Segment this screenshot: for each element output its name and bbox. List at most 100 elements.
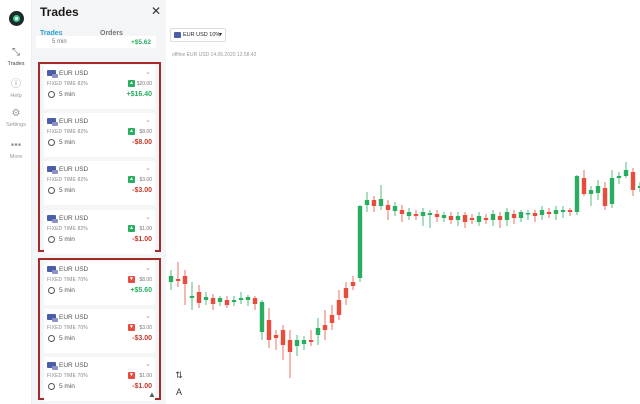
- candle-body: [329, 315, 335, 323]
- direction-up-icon: ▲: [128, 128, 135, 135]
- logo-icon[interactable]: [9, 11, 24, 26]
- candle-body: [567, 210, 573, 212]
- chevron-down-icon[interactable]: ⌄: [145, 264, 151, 272]
- candle-body: [294, 340, 300, 346]
- candle-body: [252, 298, 258, 304]
- candle-body: [497, 216, 503, 220]
- collapse-caret-icon[interactable]: ▲: [148, 390, 156, 399]
- candle-body: [322, 325, 328, 330]
- chevron-down-icon[interactable]: ⌄: [145, 164, 151, 172]
- trade-pnl: -$8.00: [132, 139, 152, 146]
- candle-body: [189, 296, 195, 298]
- candle-body: [238, 298, 244, 300]
- candle-body: [245, 297, 251, 300]
- chevron-down-icon: ▾: [218, 32, 222, 38]
- trade-amount: $1.00: [139, 226, 152, 232]
- candle-body: [343, 288, 349, 298]
- direction-down-icon: ▼: [128, 324, 135, 331]
- close-icon[interactable]: ✕: [150, 4, 162, 18]
- currency-flag-icon: [47, 70, 58, 78]
- trade-card[interactable]: EUR USD ⌄ FIXED TIME 82% ▲ $8.00 5 min -$8.00: [44, 113, 155, 157]
- candle-body: [203, 297, 209, 300]
- trade-pnl: -$1.00: [132, 236, 152, 243]
- candle-body: [259, 302, 265, 332]
- trade-type: FIXED TIME 70%: [47, 277, 88, 283]
- rail-item-help[interactable]: ⓘ Help: [0, 79, 32, 99]
- trade-pair: EUR USD: [59, 166, 89, 173]
- candle-body: [406, 212, 412, 216]
- candle-body: [385, 205, 391, 210]
- candle-body: [399, 210, 405, 214]
- candle-body: [490, 214, 496, 220]
- rail-label-more: More: [9, 154, 23, 160]
- chevron-down-icon[interactable]: ⌄: [145, 360, 151, 368]
- rail-item-trades[interactable]: ⤡ Trades: [0, 47, 32, 67]
- trade-type: FIXED TIME 70%: [47, 373, 88, 379]
- trade-card[interactable]: EUR USD ⌄ FIXED TIME 82% ▲ $1.00 5 min -$1.00: [44, 210, 155, 254]
- trade-duration: 5 min: [59, 236, 75, 243]
- clock-icon: [48, 287, 55, 294]
- trade-pair: EUR USD: [59, 118, 89, 125]
- candle-body: [392, 206, 398, 211]
- trade-pair: EUR USD: [59, 70, 89, 77]
- chevron-down-icon[interactable]: ⌄: [145, 116, 151, 124]
- candle-body: [266, 320, 272, 340]
- trade-amount: $8.00: [139, 129, 152, 135]
- candle-body: [231, 300, 237, 302]
- candle-body: [182, 276, 188, 284]
- price-chart[interactable]: [166, 0, 640, 404]
- currency-flag-icon: [47, 118, 58, 126]
- candle-body: [308, 340, 314, 342]
- rail-label-trades: Trades: [7, 61, 25, 67]
- trade-amount: $3.00: [139, 177, 152, 183]
- candle-body: [462, 215, 468, 222]
- trade-duration: 5 min: [59, 187, 75, 194]
- trade-pair: EUR USD: [59, 314, 89, 321]
- candle-body: [336, 300, 342, 315]
- candle-body: [553, 210, 559, 214]
- candle-body: [273, 335, 279, 338]
- candle-body: [546, 212, 552, 214]
- candle-body: [623, 170, 629, 176]
- clock-icon: [48, 139, 55, 146]
- partial-trade-card[interactable]: 5 min +$5.62: [36, 36, 156, 48]
- asset-selector[interactable]: EUR USD 10% ▾: [170, 28, 226, 42]
- drawing-tool-icon[interactable]: A: [174, 387, 184, 397]
- candle-body: [413, 214, 419, 216]
- trade-card[interactable]: EUR USD ⌄ FIXED TIME 70% ▼ $1.00 5 min -$1.00: [44, 357, 155, 401]
- asset-label: EUR USD 10%: [183, 32, 221, 38]
- trade-card[interactable]: EUR USD ⌄ FIXED TIME 70% ▼ $8.00 5 min +$5.60: [44, 261, 155, 305]
- candle-body: [532, 213, 538, 216]
- candle-body: [560, 210, 566, 212]
- candle-body: [504, 212, 510, 220]
- direction-up-icon: ▲: [128, 176, 135, 183]
- chevron-down-icon[interactable]: ⌄: [145, 312, 151, 320]
- candle-body: [364, 200, 370, 205]
- trade-card[interactable]: EUR USD ⌄ FIXED TIME 82% ▲ $20.00 5 min +$16.4…: [44, 65, 155, 109]
- rail-item-settings[interactable]: ⚙ Settings: [0, 108, 32, 128]
- trade-pnl: +$16.40: [126, 91, 153, 98]
- trade-amount: $3.00: [139, 325, 152, 331]
- candle-body: [511, 214, 517, 218]
- candle-body: [168, 276, 174, 282]
- candle-body: [301, 340, 307, 344]
- help-icon: ⓘ: [11, 79, 21, 90]
- trade-pair: EUR USD: [59, 266, 89, 273]
- chevron-down-icon[interactable]: ⌄: [145, 68, 151, 76]
- trade-card[interactable]: EUR USD ⌄ FIXED TIME 70% ▼ $3.00 5 min -$3.00: [44, 309, 155, 353]
- chart-type-icon[interactable]: ⇅: [174, 370, 184, 381]
- direction-up-icon: ▲: [128, 80, 135, 87]
- trade-duration: 5 min: [59, 287, 75, 294]
- trade-pair: EUR USD: [59, 215, 89, 222]
- candle-body: [441, 215, 447, 218]
- clock-icon: [48, 91, 55, 98]
- candle-body: [217, 298, 223, 302]
- rail-label-help: Help: [10, 93, 22, 99]
- candle-body: [581, 178, 587, 194]
- chevron-down-icon[interactable]: ⌄: [145, 213, 151, 221]
- trade-duration: 5 min: [52, 39, 67, 45]
- trade-card[interactable]: EUR USD ⌄ FIXED TIME 82% ▲ $3.00 5 min -$3.00: [44, 161, 155, 205]
- trade-amount: $1.00: [139, 373, 152, 379]
- candle-body: [602, 188, 608, 206]
- rail-item-more[interactable]: ••• More: [0, 140, 32, 160]
